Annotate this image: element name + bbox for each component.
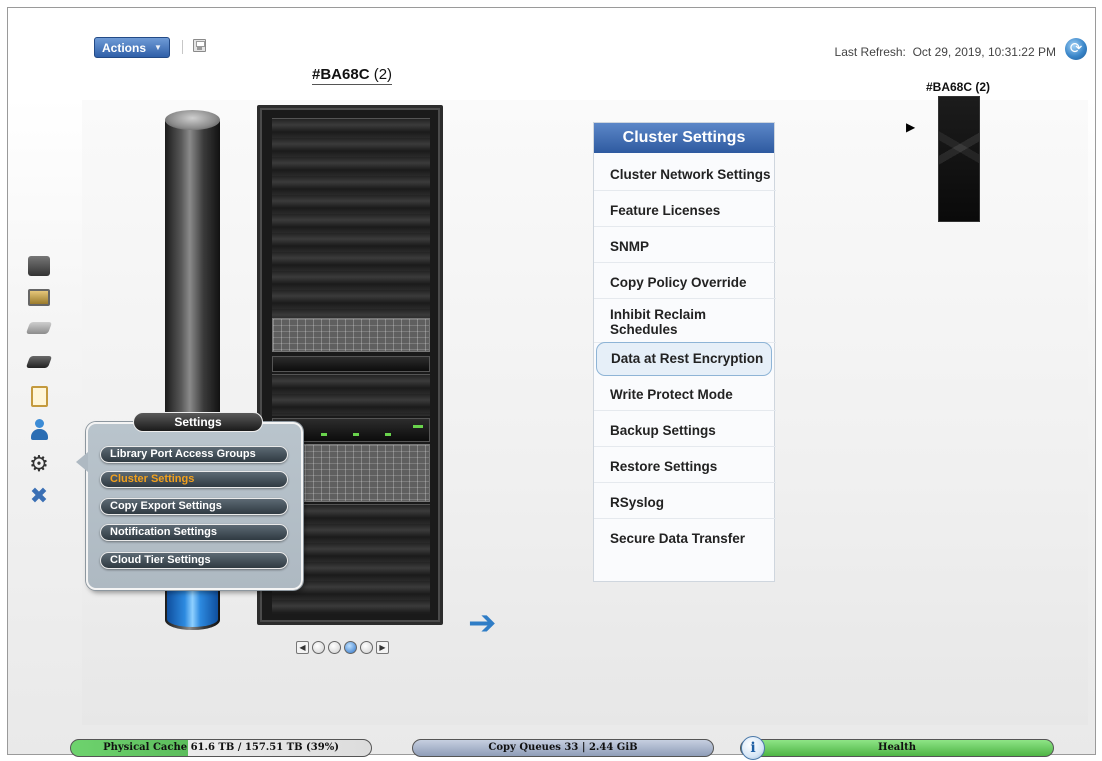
info-icon[interactable]: i: [741, 736, 765, 760]
forward-arrow-icon[interactable]: ➔: [468, 606, 512, 640]
rack-blank-panels: [272, 374, 430, 416]
rack-server: [272, 356, 430, 372]
systems-icon[interactable]: [26, 254, 52, 278]
cluster-title[interactable]: #BA68C (2): [312, 66, 393, 85]
last-refresh-value: Oct 29, 2019, 10:31:22 PM: [912, 45, 1056, 59]
cluster-count: (2): [373, 66, 393, 83]
copy-queues-label: Copy Queues 33 | 2.44 GiB: [488, 742, 638, 753]
actions-label: Actions: [102, 40, 147, 55]
cs-item-data-at-rest-encryption[interactable]: Data at Rest Encryption: [596, 342, 772, 376]
cs-item-backup-settings[interactable]: Backup Settings: [594, 415, 776, 447]
cache-cylinder-top: [165, 110, 220, 130]
save-icon[interactable]: [193, 39, 206, 52]
pointer-arrow-icon: ▶: [906, 120, 916, 134]
page-carousel: ◀ ▶: [296, 641, 389, 654]
cluster-name: #BA68C: [312, 66, 370, 83]
health-label: Health: [878, 742, 916, 753]
cs-item-write-protect-mode[interactable]: Write Protect Mode: [594, 379, 776, 411]
cs-item-rsyslog[interactable]: RSyslog: [594, 487, 776, 519]
settings-popup: Settings Library Port Access Groups Clus…: [76, 412, 303, 590]
carousel-dot[interactable]: [328, 641, 341, 654]
menu-item-cluster-settings[interactable]: Cluster Settings: [100, 471, 288, 488]
physical-cache-label: Physical Cache 61.6 TB / 157.51 TB (39%): [103, 742, 339, 753]
monitor-icon[interactable]: [26, 285, 52, 309]
tools-icon[interactable]: ✖: [26, 484, 52, 508]
drive-icon[interactable]: [25, 350, 53, 374]
carousel-dot[interactable]: [360, 641, 373, 654]
cluster-settings-menu: Cluster Settings Cluster Network Setting…: [593, 122, 776, 582]
menu-item-notification-settings[interactable]: Notification Settings: [100, 524, 288, 541]
menu-item-library-port-access-groups[interactable]: Library Port Access Groups: [100, 446, 288, 463]
carousel-next-button[interactable]: ▶: [376, 641, 389, 654]
mini-cluster-thumbnail[interactable]: [938, 96, 980, 222]
menu-item-cloud-tier-settings[interactable]: Cloud Tier Settings: [100, 552, 288, 569]
clipboard-icon[interactable]: [26, 384, 52, 408]
chevron-down-icon: ▼: [154, 43, 162, 52]
menu-item-copy-export-settings[interactable]: Copy Export Settings: [100, 498, 288, 515]
copy-queues-status[interactable]: Copy Queues 33 | 2.44 GiB: [412, 739, 714, 757]
actions-button[interactable]: Actions ▼: [94, 37, 170, 58]
cs-item-inhibit-reclaim-schedules[interactable]: Inhibit Reclaim Schedules: [594, 303, 776, 343]
carousel-prev-button[interactable]: ◀: [296, 641, 309, 654]
cs-item-snmp[interactable]: SNMP: [594, 231, 776, 263]
cs-item-cluster-network-settings[interactable]: Cluster Network Settings: [594, 159, 776, 191]
last-refresh: Last Refresh: Oct 29, 2019, 10:31:22 PM: [835, 45, 1056, 59]
cs-item-feature-licenses[interactable]: Feature Licenses: [594, 195, 776, 227]
rack-blank-panels: [272, 118, 430, 318]
carousel-dot[interactable]: [312, 641, 325, 654]
physical-cache-status[interactable]: Physical Cache 61.6 TB / 157.51 TB (39%): [70, 739, 372, 757]
cs-item-secure-data-transfer[interactable]: Secure Data Transfer: [594, 523, 776, 555]
gear-icon[interactable]: ⚙: [26, 452, 52, 476]
rack-disk-enclosure: [272, 318, 430, 352]
health-status[interactable]: Health: [740, 739, 1054, 757]
carousel-dot-active[interactable]: [344, 641, 357, 654]
last-refresh-label: Last Refresh:: [834, 45, 906, 59]
refresh-icon[interactable]: ⟳: [1065, 38, 1087, 60]
settings-popup-title: Settings: [133, 412, 263, 432]
mini-cluster-label: #BA68C (2): [926, 80, 991, 94]
cluster-settings-title: Cluster Settings: [594, 123, 774, 153]
cs-item-copy-policy-override[interactable]: Copy Policy Override: [594, 267, 776, 299]
toolbar-divider: [182, 40, 183, 54]
user-icon[interactable]: [26, 418, 52, 442]
disk-icon[interactable]: [25, 316, 53, 340]
cs-item-restore-settings[interactable]: Restore Settings: [594, 451, 776, 483]
